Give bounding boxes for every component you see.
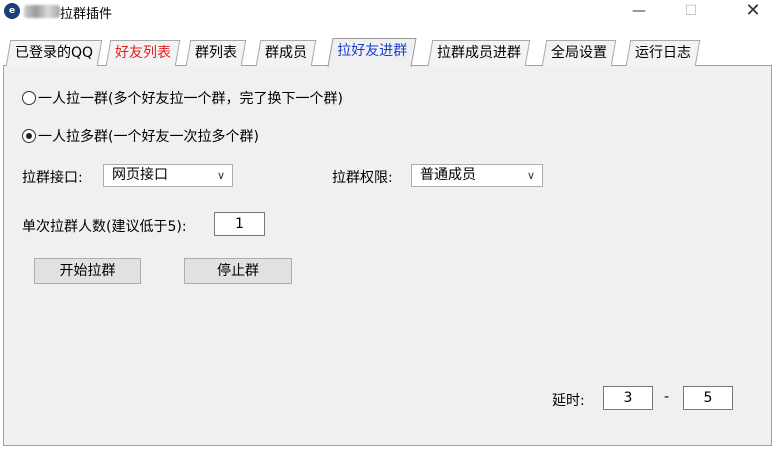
- chevron-down-icon: ∨: [526, 169, 535, 182]
- tab-group-list[interactable]: 群列表: [185, 40, 247, 66]
- tab-label: 已登录的QQ: [15, 45, 94, 61]
- delay-separator: -: [664, 389, 670, 405]
- tab-add-friends-to-group[interactable]: 拉好友进群: [327, 38, 417, 67]
- radio-label: 一人拉一群(多个好友拉一个群，完了换下一个群): [38, 91, 343, 107]
- permission-select[interactable]: 普通成员 ∨: [411, 164, 543, 187]
- batch-size-input[interactable]: 1: [214, 212, 265, 236]
- tab-label: 拉好友进群: [337, 43, 408, 59]
- minimize-button[interactable]: —: [616, 0, 662, 24]
- radio-button-selected[interactable]: [22, 129, 36, 143]
- title-redacted: [24, 5, 60, 18]
- tab-run-log[interactable]: 运行日志: [625, 40, 701, 66]
- title-bar: e 拉群插件 — ☐ ✕: [0, 0, 780, 24]
- interface-select[interactable]: 网页接口 ∨: [103, 164, 233, 187]
- window-title: 拉群插件: [60, 7, 113, 22]
- tab-add-members-to-group[interactable]: 拉群成员进群: [427, 40, 531, 66]
- radio-label: 一人拉多群(一个好友一次拉多个群): [38, 129, 259, 145]
- tab-label: 运行日志: [635, 45, 691, 61]
- tab-panel-add-friends: [3, 65, 772, 446]
- tab-logged-in-qq[interactable]: 已登录的QQ: [5, 40, 103, 66]
- interface-value: 网页接口: [112, 167, 168, 183]
- delay-label: 延时:: [552, 393, 585, 409]
- close-button[interactable]: ✕: [730, 0, 776, 24]
- delay-min-input[interactable]: 3: [603, 386, 653, 410]
- start-button[interactable]: 开始拉群: [34, 258, 141, 284]
- radio-one-to-many[interactable]: 一人拉多群(一个好友一次拉多个群): [22, 126, 259, 146]
- stop-button[interactable]: 停止群: [184, 258, 292, 284]
- radio-one-to-one[interactable]: 一人拉一群(多个好友拉一个群，完了换下一个群): [22, 88, 343, 108]
- tab-global-settings[interactable]: 全局设置: [541, 40, 617, 66]
- batch-size-label: 单次拉群人数(建议低于5):: [22, 219, 187, 235]
- permission-label: 拉群权限:: [332, 170, 393, 186]
- tab-label: 群成员: [265, 45, 307, 61]
- tab-label: 拉群成员进群: [437, 45, 521, 61]
- tab-label: 全局设置: [551, 45, 607, 61]
- radio-button[interactable]: [22, 91, 36, 105]
- app-e-icon: e: [4, 3, 20, 19]
- delay-max-input[interactable]: 5: [683, 386, 733, 410]
- tab-label: 好友列表: [115, 45, 171, 61]
- maximize-button[interactable]: ☐: [668, 0, 714, 24]
- tab-group-members[interactable]: 群成员: [255, 40, 317, 66]
- tab-bar: 已登录的QQ 好友列表 群列表 群成员 拉好友进群 拉群成员进群 全局设置 运行…: [0, 38, 780, 67]
- tab-friend-list[interactable]: 好友列表: [105, 40, 181, 66]
- interface-label: 拉群接口:: [22, 170, 83, 186]
- permission-value: 普通成员: [420, 167, 476, 183]
- tab-label: 群列表: [195, 45, 237, 61]
- chevron-down-icon: ∨: [216, 169, 225, 182]
